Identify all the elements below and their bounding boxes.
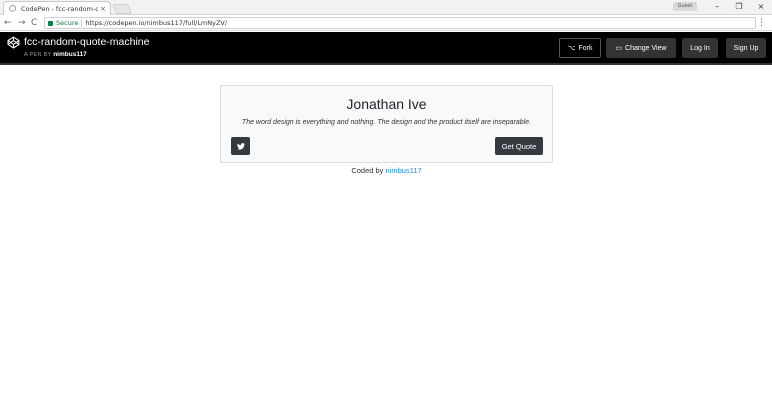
fork-icon: ⌥ xyxy=(567,45,576,52)
layout-icon: ▭ xyxy=(615,45,623,52)
browser-menu-icon[interactable]: ⋮ xyxy=(757,17,766,29)
fork-label: Fork xyxy=(578,44,593,52)
change-view-label: Change View xyxy=(625,44,667,52)
address-bar: ← → C Secure https://codepen.io/nimbus11… xyxy=(0,15,772,31)
credit-prefix: Coded by xyxy=(351,166,384,175)
pen-byline: A PEN BY nimbus117 xyxy=(24,51,87,58)
signup-button[interactable]: Sign Up xyxy=(726,38,766,58)
browser-tab-bar: ⬡ CodePen - fcc-random-q × Guest – ❐ × xyxy=(0,0,772,15)
coder-link[interactable]: nimbus117 xyxy=(386,166,422,175)
change-view-button[interactable]: ▭ Change View xyxy=(606,38,676,58)
url-input[interactable]: Secure https://codepen.io/nimbus117/full… xyxy=(44,17,756,29)
tab-title: CodePen - fcc-random-q xyxy=(21,4,99,13)
window-close-button[interactable]: × xyxy=(754,1,768,13)
back-icon[interactable]: ← xyxy=(4,17,12,29)
quote-author: Jonathan Ive xyxy=(346,96,427,112)
maximize-button[interactable]: ❐ xyxy=(732,1,746,13)
minimize-button[interactable]: – xyxy=(710,1,724,13)
signup-label: Sign Up xyxy=(733,44,759,52)
quote-box: Jonathan Ive The word design is everythi… xyxy=(220,85,553,163)
fork-button[interactable]: ⌥ Fork xyxy=(559,38,601,58)
codepen-favicon-icon: ⬡ xyxy=(9,3,16,13)
pen-title: fcc-random-quote-machine xyxy=(24,36,150,48)
quote-text: The word design is everything and nothin… xyxy=(241,119,532,126)
get-quote-button[interactable]: Get Quote xyxy=(495,137,543,155)
secure-label: Secure xyxy=(56,19,79,27)
tab-close-icon[interactable]: × xyxy=(100,5,106,13)
url-text: https://codepen.io/nimbus117/full/LmNyZV… xyxy=(85,19,228,27)
lock-icon xyxy=(48,20,53,26)
codepen-icon[interactable] xyxy=(7,36,20,49)
reload-icon[interactable]: C xyxy=(31,17,37,29)
forward-icon[interactable]: → xyxy=(18,17,26,29)
login-button[interactable]: Log In xyxy=(682,38,718,58)
browser-tab[interactable]: ⬡ CodePen - fcc-random-q × xyxy=(3,1,111,15)
credit-line: Coded by nimbus117 xyxy=(220,166,553,175)
login-label: Log In xyxy=(690,44,710,52)
tweet-button[interactable] xyxy=(231,137,250,155)
omnibox-separator xyxy=(81,19,83,27)
pen-author-link[interactable]: nimbus117 xyxy=(53,51,87,58)
profile-chip[interactable]: Guest xyxy=(673,2,697,11)
pen-by-prefix: A PEN BY xyxy=(24,52,52,58)
new-tab-button[interactable] xyxy=(112,4,132,14)
codepen-header: fcc-random-quote-machine A PEN BY nimbus… xyxy=(0,32,772,65)
twitter-icon xyxy=(236,142,245,150)
